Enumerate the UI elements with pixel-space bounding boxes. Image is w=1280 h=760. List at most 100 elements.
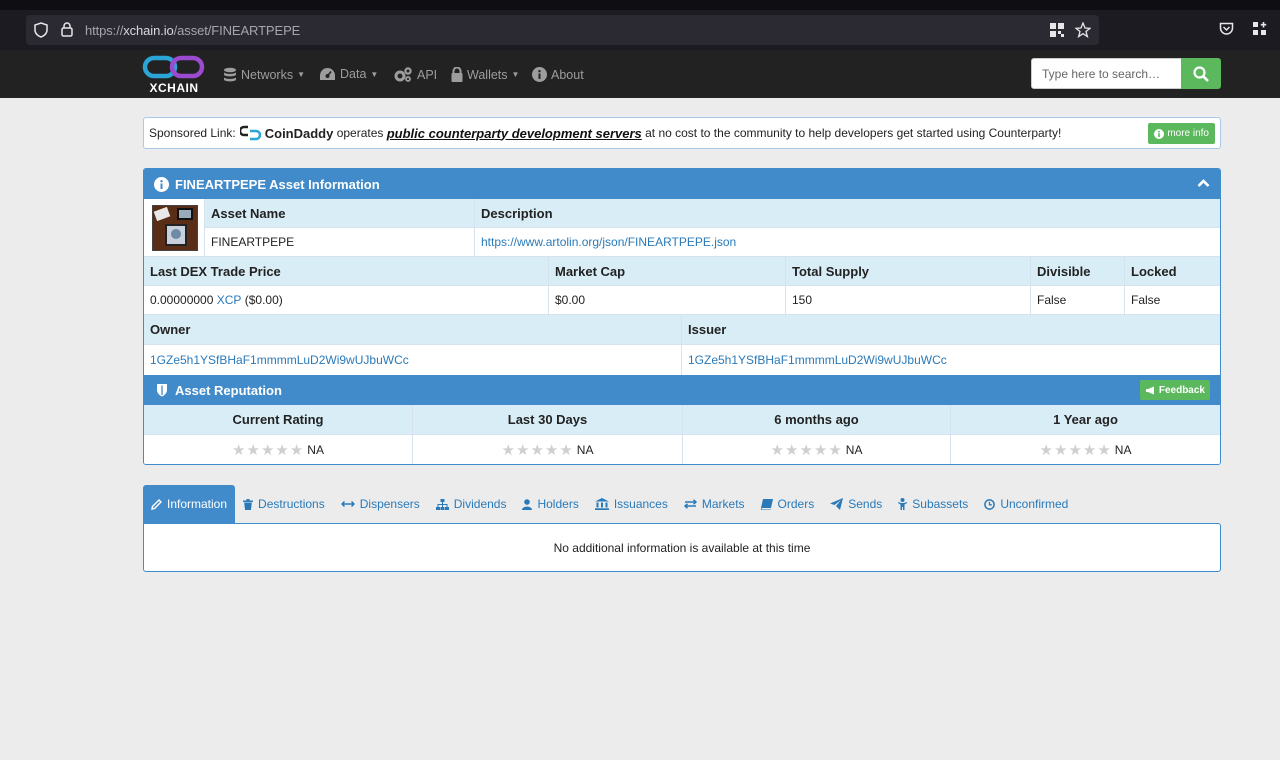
xcp-link[interactable]: XCP	[217, 293, 242, 307]
description-link[interactable]: https://www.artolin.org/json/FINEARTPEPE…	[481, 235, 736, 249]
extensions-icon[interactable]	[1253, 22, 1267, 36]
search-input[interactable]	[1031, 58, 1182, 89]
tab-sends[interactable]: Sends	[822, 485, 890, 523]
nav-label: About	[551, 67, 584, 82]
asset-panel-header: FINEARTPEPE Asset Information	[144, 169, 1220, 199]
tab-label: Subassets	[912, 497, 969, 511]
divisible-header: Divisible	[1031, 257, 1125, 286]
rating-col-header: 6 months ago	[683, 405, 951, 435]
caret-down-icon: ▼	[297, 70, 306, 79]
clock-icon	[984, 498, 996, 510]
reputation-header: Asset Reputation Feedback	[144, 375, 1220, 405]
xchain-logo[interactable]: XCHAIN	[142, 54, 206, 95]
send-icon	[830, 498, 844, 510]
tab-subassets[interactable]: Subassets	[890, 485, 976, 523]
rating-value: NA	[576, 443, 594, 457]
tab-content: No additional information is available a…	[143, 523, 1221, 572]
tab-dividends[interactable]: Dividends	[428, 485, 515, 523]
browser-toolbar: https://xchain.io/asset/FINEARTPEPE	[0, 0, 1280, 50]
exchange-icon	[683, 499, 697, 509]
owner-header: Owner	[144, 315, 682, 345]
lock-icon	[451, 67, 463, 82]
info-circle-icon	[154, 176, 169, 192]
nav-about[interactable]: About	[532, 67, 584, 82]
shield-icon	[34, 22, 48, 38]
tab-information[interactable]: Information	[143, 485, 236, 523]
star-icon: ★	[232, 441, 246, 459]
nav-label: Wallets	[467, 67, 508, 82]
tab-orders[interactable]: Orders	[753, 485, 823, 523]
nav-label: API	[417, 67, 438, 82]
logo-icon	[142, 55, 205, 79]
tab-destructions[interactable]: Destructions	[235, 485, 333, 523]
sponsor-prefix: Sponsored Link:	[149, 126, 236, 140]
last-trade-value: 0.00000000 XCP ($0.00)	[144, 286, 549, 315]
qr-code-icon[interactable]	[1050, 23, 1064, 37]
tab-label: Unconfirmed	[1000, 497, 1069, 511]
nav-networks[interactable]: Networks ▼	[223, 67, 305, 82]
last-trade-usd: ($0.00)	[241, 293, 283, 307]
rating-cell: ★ ★ ★ ★ ★ NA	[683, 435, 951, 464]
bullhorn-icon	[1145, 386, 1154, 394]
bookmark-star-icon[interactable]	[1075, 22, 1091, 38]
coindaddy-icon	[239, 125, 261, 141]
last-trade-header: Last DEX Trade Price	[144, 257, 549, 286]
arrows-h-icon	[340, 500, 355, 508]
tab-label: Dividends	[453, 497, 507, 511]
nav-label: Data	[340, 67, 367, 81]
nav-api[interactable]: API	[394, 67, 437, 82]
star-icon: ★	[828, 441, 842, 459]
tab-markets[interactable]: Markets	[676, 485, 753, 523]
tab-content-message: No additional information is available a…	[553, 540, 811, 555]
more-info-button[interactable]: more info	[1148, 123, 1215, 144]
market-cap-value: $0.00	[549, 286, 786, 315]
star-icon: ★	[1068, 441, 1082, 459]
rating-cell: ★ ★ ★ ★ ★ NA	[144, 435, 413, 464]
nav-wallets[interactable]: Wallets ▼	[451, 67, 519, 82]
star-icon: ★	[1082, 441, 1097, 459]
star-icon: ★	[1039, 441, 1053, 459]
site-navbar: XCHAIN Networks ▼ Data ▼ API Wallets ▼ A…	[0, 50, 1280, 98]
logo-text: XCHAIN	[149, 81, 199, 95]
feedback-label: Feedback	[1158, 384, 1205, 396]
search-icon	[1193, 65, 1209, 82]
tab-label: Markets	[701, 497, 745, 511]
pencil-icon	[151, 498, 162, 510]
child-icon	[898, 498, 908, 510]
rating-col-header: Current Rating	[144, 405, 413, 435]
star-rating: ★ ★ ★ ★ ★	[1040, 443, 1111, 458]
tab-issuances[interactable]: Issuances	[587, 485, 676, 523]
rating-cell: ★ ★ ★ ★ ★ NA	[951, 435, 1220, 464]
issuer-header: Issuer	[682, 315, 1220, 345]
rating-cell: ★ ★ ★ ★ ★ NA	[413, 435, 683, 464]
tab-unconfirmed[interactable]: Unconfirmed	[976, 485, 1076, 523]
pocket-icon[interactable]	[1219, 22, 1234, 36]
tab-label: Orders	[777, 497, 815, 511]
locked-value: False	[1125, 286, 1220, 315]
tab-holders[interactable]: Holders	[514, 485, 586, 523]
sponsor-link[interactable]: public counterparty development servers	[387, 126, 642, 141]
search-button[interactable]	[1181, 58, 1221, 89]
tab-dispensers[interactable]: Dispensers	[333, 485, 428, 523]
lock-icon	[61, 22, 73, 37]
star-icon: ★	[530, 441, 544, 459]
asset-info-panel: FINEARTPEPE Asset Information Asset Name…	[143, 168, 1221, 465]
sponsored-link-bar: Sponsored Link: CoinDaddy operates publi…	[143, 117, 1221, 149]
divisible-value: False	[1031, 286, 1125, 315]
star-rating: ★ ★ ★ ★ ★	[232, 443, 303, 458]
issuer-address-link[interactable]: 1GZe5h1YSfBHaF1mmmmLuD2Wi9wUJbuWCc	[688, 353, 947, 367]
nav-data[interactable]: Data ▼	[319, 67, 378, 81]
feedback-button[interactable]: Feedback	[1139, 380, 1210, 400]
tab-label: Destructions	[258, 497, 325, 511]
rating-value: NA	[1114, 443, 1132, 457]
book-icon	[760, 498, 773, 510]
chevron-up-icon[interactable]	[1197, 178, 1210, 188]
database-icon	[224, 67, 236, 82]
rating-col-header: 1 Year ago	[951, 405, 1220, 435]
owner-address-link[interactable]: 1GZe5h1YSfBHaF1mmmmLuD2Wi9wUJbuWCc	[150, 353, 409, 367]
address-bar[interactable]: https://xchain.io/asset/FINEARTPEPE	[26, 15, 1099, 45]
star-icon: ★	[1053, 441, 1068, 459]
total-supply-header: Total Supply	[786, 257, 1031, 286]
nav-label: Networks	[241, 67, 294, 82]
tab-label: Issuances	[613, 497, 668, 511]
